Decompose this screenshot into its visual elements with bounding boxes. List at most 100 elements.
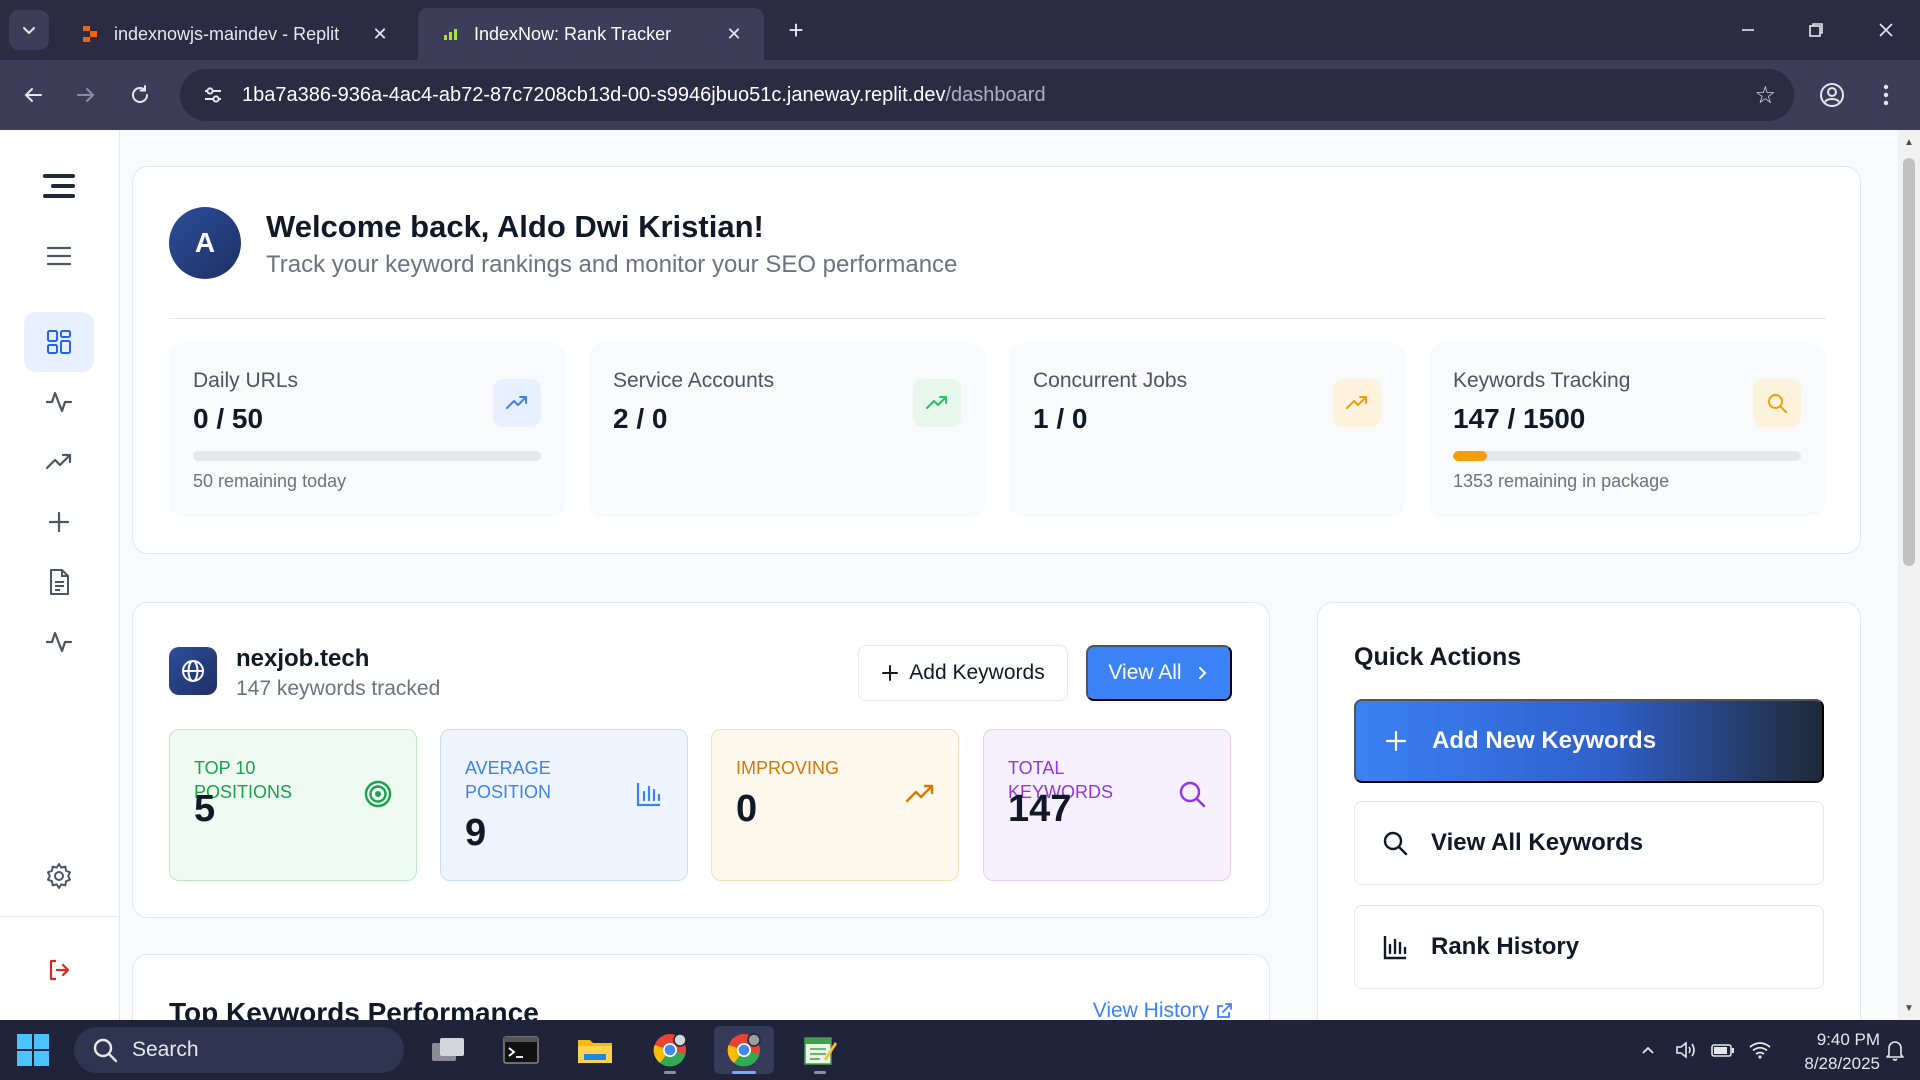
plus-icon bbox=[1382, 727, 1410, 755]
address-bar[interactable]: 1ba7a386-936a-4ac4-ab72-87c7208cb13d-00-… bbox=[180, 69, 1794, 121]
pulse-icon bbox=[45, 631, 73, 653]
tab-search-button[interactable] bbox=[9, 10, 49, 50]
domain-overview-card: nexjob.tech 147 keywords tracked Add Key… bbox=[132, 602, 1270, 918]
stat-label: Daily URLs bbox=[193, 369, 299, 392]
stat-label: Service Accounts bbox=[613, 369, 775, 392]
browser-tab-replit[interactable]: indexnowjs-maindev - Replit ✕ bbox=[58, 8, 410, 60]
view-all-button[interactable]: View All bbox=[1086, 645, 1232, 701]
welcome-title: Welcome back, Aldo Dwi Kristian! bbox=[266, 209, 764, 244]
profile-icon[interactable] bbox=[1814, 77, 1850, 113]
trending-up-icon bbox=[913, 379, 961, 427]
windows-taskbar: Search 9:40 PM 8/28/2025 bbox=[0, 1020, 1920, 1080]
chevron-right-icon bbox=[1198, 667, 1206, 679]
add-keywords-button[interactable]: Add Keywords bbox=[858, 645, 1068, 701]
sidebar-item-dashboard[interactable] bbox=[24, 312, 94, 372]
metric-top-10-positions: Top 10 Positions 5 bbox=[169, 729, 417, 881]
browser-tab-rank-tracker[interactable]: IndexNow: Rank Tracker ✕ bbox=[418, 8, 764, 60]
add-new-keywords-button[interactable]: Add New Keywords bbox=[1354, 699, 1824, 783]
app-sidebar bbox=[0, 130, 120, 1020]
rank-history-button[interactable]: Rank History bbox=[1354, 905, 1824, 989]
plus-icon bbox=[882, 665, 899, 681]
close-window-icon[interactable] bbox=[1866, 12, 1906, 48]
windows-start-icon[interactable] bbox=[16, 1033, 50, 1067]
app-logo-icon[interactable] bbox=[24, 156, 94, 216]
browser-toolbar: 1ba7a386-936a-4ac4-ab72-87c7208cb13d-00-… bbox=[0, 60, 1920, 130]
dashboard-icon bbox=[47, 330, 71, 354]
browser-menu-icon[interactable] bbox=[1868, 77, 1904, 113]
file-explorer-icon[interactable] bbox=[565, 1026, 625, 1074]
sidebar-item-documents[interactable] bbox=[24, 552, 94, 612]
sidebar-item-add[interactable] bbox=[24, 492, 94, 552]
sidebar-item-logout[interactable] bbox=[24, 940, 94, 1000]
sidebar-item-analytics[interactable] bbox=[24, 612, 94, 672]
metric-label: Average Position bbox=[465, 758, 552, 802]
bar-chart-icon bbox=[440, 24, 460, 44]
bar-chart-icon bbox=[633, 778, 665, 810]
daily-urls-progress bbox=[193, 451, 541, 461]
sidebar-item-rank-trends[interactable] bbox=[24, 432, 94, 492]
progress-fill bbox=[1453, 451, 1488, 461]
scroll-up-icon[interactable]: ▲ bbox=[1903, 136, 1915, 148]
volume-icon[interactable] bbox=[1672, 1039, 1700, 1061]
scroll-down-icon[interactable]: ▼ bbox=[1903, 1002, 1915, 1014]
task-view-icon[interactable] bbox=[418, 1026, 478, 1074]
globe-icon bbox=[169, 647, 217, 695]
sidebar-item-activity[interactable] bbox=[24, 372, 94, 432]
back-icon[interactable] bbox=[15, 77, 51, 113]
system-tray bbox=[1636, 1020, 1774, 1080]
battery-icon[interactable] bbox=[1708, 1040, 1738, 1060]
terminal-icon[interactable] bbox=[491, 1026, 551, 1074]
welcome-card: A Welcome back, Aldo Dwi Kristian! Track… bbox=[132, 166, 1861, 554]
page-scrollbar[interactable]: ▲ ▼ bbox=[1898, 130, 1920, 1020]
document-icon bbox=[50, 569, 69, 595]
new-tab-button[interactable]: + bbox=[780, 14, 812, 46]
notification-bell-icon[interactable] bbox=[1884, 1038, 1908, 1062]
view-all-keywords-button[interactable]: View All Keywords bbox=[1354, 801, 1824, 885]
welcome-subtitle: Track your keyword rankings and monitor … bbox=[266, 251, 958, 278]
stat-note: 1353 remaining in package bbox=[1453, 471, 1670, 491]
stat-card-service-accounts: Service Accounts 2 / 0 bbox=[589, 343, 985, 517]
taskbar-clock[interactable]: 9:40 PM 8/28/2025 bbox=[1760, 1028, 1880, 1076]
chrome-active-icon[interactable] bbox=[714, 1026, 774, 1074]
reload-icon[interactable] bbox=[122, 77, 158, 113]
domain-keyword-count: 147 keywords tracked bbox=[236, 677, 441, 700]
bookmark-star-icon[interactable]: ☆ bbox=[1754, 81, 1776, 110]
active-indicator bbox=[732, 1071, 756, 1074]
bar-chart-icon bbox=[1381, 933, 1409, 961]
stat-note: 50 remaining today bbox=[193, 471, 347, 491]
metric-value: 9 bbox=[465, 812, 487, 854]
stat-label: Keywords Tracking bbox=[1453, 369, 1631, 392]
minimize-icon[interactable] bbox=[1728, 12, 1768, 48]
divider bbox=[169, 318, 1826, 319]
stat-label: Concurrent Jobs bbox=[1033, 369, 1188, 392]
chevron-up-icon[interactable] bbox=[1636, 1042, 1660, 1058]
clock-date: 8/28/2025 bbox=[1804, 1054, 1880, 1073]
external-link-icon bbox=[1217, 1003, 1232, 1018]
menu-toggle-icon[interactable] bbox=[24, 226, 94, 286]
quick-action-label: View All Keywords bbox=[1431, 829, 1644, 856]
quick-action-label: Rank History bbox=[1431, 933, 1580, 960]
close-tab-icon[interactable]: ✕ bbox=[368, 22, 392, 46]
scroll-thumb[interactable] bbox=[1903, 158, 1915, 566]
taskbar-search[interactable]: Search bbox=[74, 1027, 404, 1073]
search-icon bbox=[1381, 829, 1409, 857]
trending-up-icon bbox=[493, 379, 541, 427]
quick-actions-title: Quick Actions bbox=[1354, 643, 1522, 671]
taskbar-search-placeholder: Search bbox=[132, 1038, 199, 1061]
site-info-icon[interactable] bbox=[198, 80, 228, 110]
metric-total-keywords: Total Keywords 147 bbox=[983, 729, 1231, 881]
metric-value: 5 bbox=[194, 788, 216, 830]
forward-icon[interactable] bbox=[68, 77, 104, 113]
browser-tab-bar: indexnowjs-maindev - Replit ✕ IndexNow: … bbox=[0, 0, 1920, 60]
notepad-icon[interactable] bbox=[790, 1026, 850, 1074]
restore-icon[interactable] bbox=[1796, 12, 1836, 48]
search-icon bbox=[1753, 379, 1801, 427]
sidebar-item-settings[interactable] bbox=[24, 846, 94, 906]
gear-icon bbox=[47, 863, 71, 889]
domain-name: nexjob.tech bbox=[236, 645, 370, 672]
logout-icon bbox=[49, 959, 70, 981]
chrome-profile-icon[interactable] bbox=[640, 1026, 700, 1074]
plus-icon bbox=[48, 511, 70, 533]
close-tab-icon[interactable]: ✕ bbox=[722, 22, 746, 46]
chevron-down-icon bbox=[23, 27, 35, 35]
